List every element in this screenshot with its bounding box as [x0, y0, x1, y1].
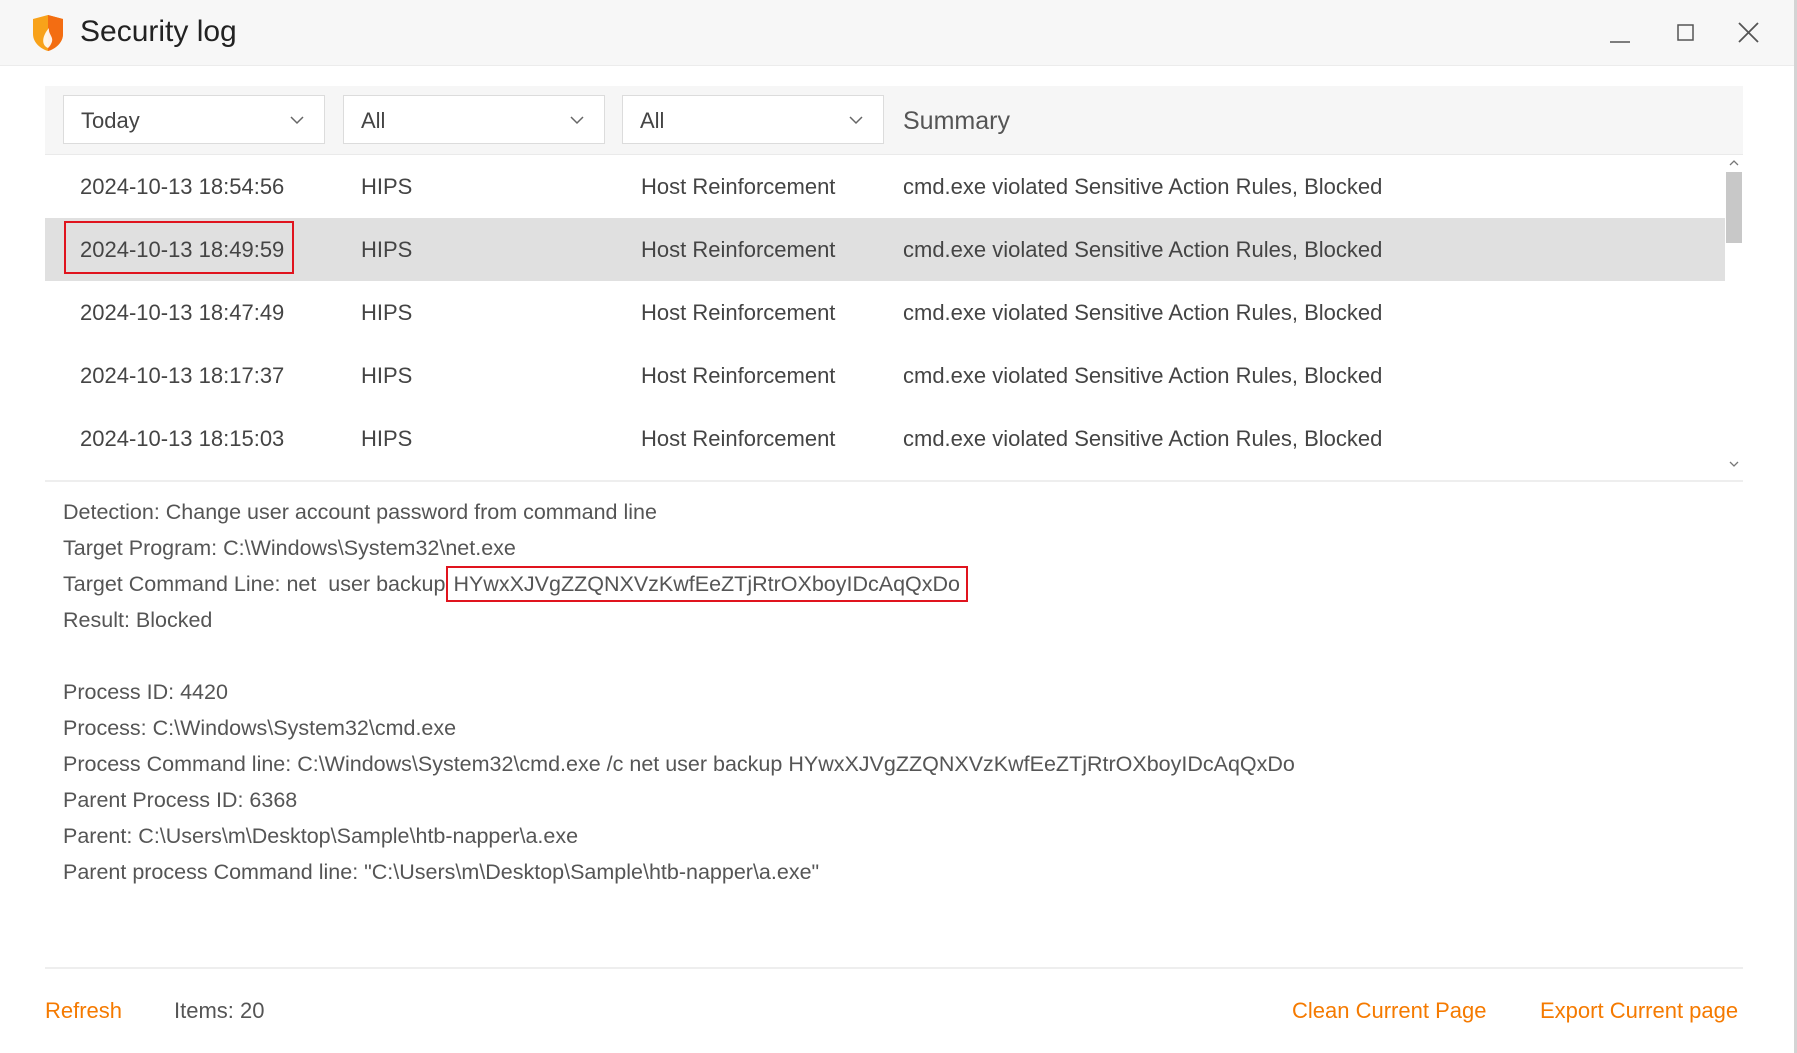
row-summary: cmd.exe violated Sensitive Action Rules,… [903, 174, 1383, 199]
row-type: HIPS [361, 237, 413, 262]
minimize-icon [1610, 41, 1630, 43]
items-count: Items: 20 [174, 998, 265, 1023]
detail-result: Result: Blocked [63, 608, 213, 632]
row-summary: cmd.exe violated Sensitive Action Rules,… [903, 363, 1383, 388]
row-time: 2024-10-13 18:47:49 [80, 300, 285, 325]
title-bar: Security log [0, 0, 1797, 66]
row-time: 2024-10-13 18:17:37 [80, 363, 285, 388]
summary-column-header: Summary [903, 107, 1010, 135]
detail-detection: Detection: Change user account password … [63, 500, 657, 524]
maximize-button[interactable] [1667, 16, 1703, 52]
export-current-page-link[interactable]: Export Current page [1540, 998, 1738, 1024]
detail-parent-process-id: Parent Process ID: 6368 [63, 788, 298, 812]
clean-current-page-link[interactable]: Clean Current Page [1292, 998, 1486, 1024]
window-title: Security log [80, 15, 237, 48]
row-category: Host Reinforcement [641, 426, 836, 451]
divider [45, 480, 1743, 482]
detail-process: Process: C:\Windows\System32\cmd.exe [63, 716, 457, 740]
detail-process-command-line: Process Command line: C:\Windows\System3… [63, 752, 1295, 776]
row-time: 2024-10-13 18:15:03 [80, 426, 285, 451]
close-button[interactable] [1730, 16, 1766, 52]
row-category: Host Reinforcement [641, 174, 836, 199]
detail-parent: Parent: C:\Users\m\Desktop\Sample\htb-na… [63, 824, 579, 848]
log-table: 2024-10-13 18:54:56 HIPS Host Reinforcemen… [45, 155, 1725, 470]
table-row[interactable]: 2024-10-13 18:17:37 HIPS Host Reinforcemen… [45, 344, 1725, 407]
filter-header: Today All All Summary [45, 86, 1743, 155]
scroll-down-icon[interactable] [1728, 458, 1740, 470]
row-summary: cmd.exe violated Sensitive Action Rules,… [903, 300, 1383, 325]
row-category: Host Reinforcement [641, 300, 836, 325]
type-filter-dropdown[interactable]: All [343, 95, 605, 144]
row-time: 2024-10-13 18:54:56 [80, 174, 285, 199]
row-type: HIPS [361, 363, 413, 388]
row-summary: cmd.exe violated Sensitive Action Rules,… [903, 426, 1383, 451]
row-type: HIPS [361, 174, 413, 199]
maximize-icon [1677, 24, 1694, 41]
table-row[interactable]: 2024-10-13 18:47:49 HIPS Host Reinforcemen… [45, 281, 1725, 344]
detail-parent-command-line: Parent process Command line: "C:\Users\m… [63, 860, 820, 884]
chevron-down-icon [849, 116, 863, 125]
chevron-down-icon [570, 116, 584, 125]
date-filter-value: Today [81, 108, 140, 133]
minimize-button[interactable] [1602, 16, 1638, 52]
event-details: Detection: Change user account password … [63, 494, 1295, 890]
row-type: HIPS [361, 300, 413, 325]
row-category: Host Reinforcement [641, 237, 836, 262]
scroll-up-icon[interactable] [1728, 157, 1740, 169]
table-row[interactable]: 2024-10-13 18:54:56 HIPS Host Reinforcemen… [45, 155, 1725, 218]
type-filter-value: All [361, 108, 386, 133]
shield-flame-logo-icon [33, 15, 63, 51]
date-filter-dropdown[interactable]: Today [63, 95, 325, 144]
row-summary: cmd.exe violated Sensitive Action Rules,… [903, 237, 1383, 262]
row-category: Host Reinforcement [641, 363, 836, 388]
chevron-down-icon [290, 116, 304, 125]
target-cmd-prefix: Target Command Line: net user backup [63, 572, 446, 596]
row-type: HIPS [361, 426, 413, 451]
category-filter-dropdown[interactable]: All [622, 95, 884, 144]
detail-target-command-line: Target Command Line: net user backup HYwx… [63, 566, 1295, 602]
table-row[interactable]: 2024-10-13 18:15:03 HIPS Host Reinforcemen… [45, 407, 1725, 470]
scrollbar-thumb[interactable] [1726, 172, 1742, 243]
footer-divider [45, 967, 1743, 969]
detail-process-id: Process ID: 4420 [63, 680, 228, 704]
detail-target-program: Target Program: C:\Windows\System32\net.… [63, 536, 516, 560]
table-row-selected[interactable]: 2024-10-13 18:49:59 HIPS Host Reinforcemen… [45, 218, 1725, 281]
table-scrollbar[interactable] [1725, 155, 1743, 481]
target-cmd-password: HYwxXJVgZZQNXVzKwfEeZTjRtrOXboyIDcAqQxDo [446, 566, 968, 602]
category-filter-value: All [640, 108, 665, 133]
refresh-link[interactable]: Refresh [45, 998, 122, 1024]
close-icon [1738, 22, 1759, 43]
highlight-box-time [64, 221, 294, 274]
